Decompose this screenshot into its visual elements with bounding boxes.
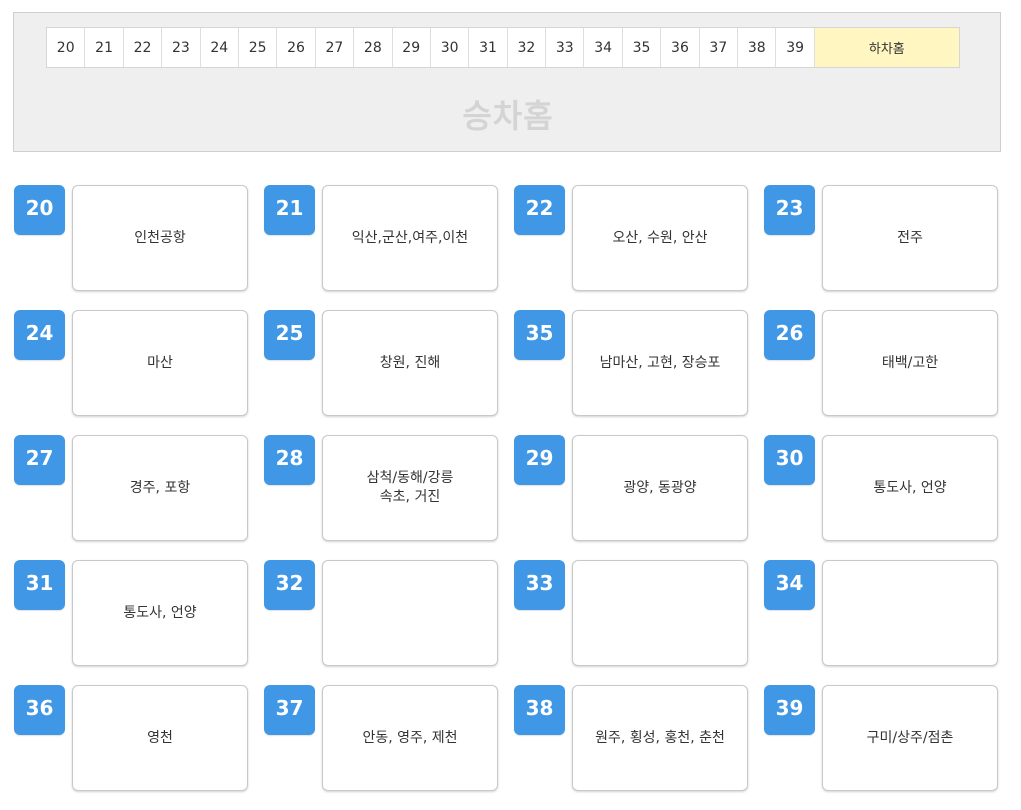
- gate-slot-33: 33: [513, 560, 763, 685]
- platform-number-36: 36: [661, 28, 700, 67]
- gate-slot-26: 26 태백/고한: [763, 310, 1013, 435]
- gate-number-badge: 31: [14, 560, 65, 610]
- gate-destination-card: 영천: [72, 685, 248, 791]
- gate-slot-34: 34: [763, 560, 1013, 685]
- gate-number-badge: 37: [264, 685, 315, 735]
- gate-slot-30: 30 통도사, 언양: [763, 435, 1013, 560]
- platform-number-32: 32: [507, 28, 547, 67]
- platform-number-20: 20: [47, 28, 86, 67]
- gate-destination-card: [822, 560, 998, 666]
- gate-slot-38: 38 원주, 횡성, 홍천, 춘천: [513, 685, 763, 810]
- gate-number-badge: 35: [514, 310, 565, 360]
- gate-destination-card: 태백/고한: [822, 310, 998, 416]
- platform-number-22: 22: [123, 28, 163, 67]
- gate-number-badge: 39: [764, 685, 815, 735]
- gate-number-badge: 38: [514, 685, 565, 735]
- gate-slot-32: 32: [263, 560, 513, 685]
- gate-number-badge: 25: [264, 310, 315, 360]
- gate-destination-card: 전주: [822, 185, 998, 291]
- platform-number-37: 37: [699, 28, 739, 67]
- platform-number-29: 29: [392, 28, 431, 67]
- gate-destination-card: 인천공항: [72, 185, 248, 291]
- gate-slot-21: 21 익산,군산,여주,이천: [263, 185, 513, 310]
- platform-number-25: 25: [238, 28, 278, 67]
- platform-number-30: 30: [430, 28, 470, 67]
- gate-destination-card: 마산: [72, 310, 248, 416]
- gate-destination-card: 경주, 포항: [72, 435, 248, 541]
- platform-number-38: 38: [738, 28, 777, 67]
- gate-destination-card: 통도사, 언양: [72, 560, 248, 666]
- gate-number-badge: 26: [764, 310, 815, 360]
- gate-slot-31: 31 통도사, 언양: [13, 560, 263, 685]
- gate-slot-35: 35 남마산, 고현, 장승포: [513, 310, 763, 435]
- platform-number-33: 33: [546, 28, 585, 67]
- platform-number-24: 24: [200, 28, 239, 67]
- platform-number-26: 26: [277, 28, 316, 67]
- gate-number-badge: 23: [764, 185, 815, 235]
- gate-number-badge: 30: [764, 435, 815, 485]
- gate-number-badge: 32: [264, 560, 315, 610]
- gate-destination-card: 원주, 횡성, 홍천, 춘천: [572, 685, 748, 791]
- gate-destination-card: 익산,군산,여주,이천: [322, 185, 498, 291]
- gate-slot-29: 29 광양, 동광양: [513, 435, 763, 560]
- drop-off-platform-label: 하차홈: [814, 28, 959, 67]
- gate-number-badge: 27: [14, 435, 65, 485]
- platform-number-31: 31: [469, 28, 508, 67]
- gate-slot-27: 27 경주, 포항: [13, 435, 263, 560]
- platform-number-39: 39: [776, 28, 815, 67]
- gate-destination-card: [572, 560, 748, 666]
- gate-slot-39: 39 구미/상주/점촌: [763, 685, 1013, 810]
- gate-slot-24: 24 마산: [13, 310, 263, 435]
- gate-destination-card: 안동, 영주, 제천: [322, 685, 498, 791]
- gate-number-badge: 21: [264, 185, 315, 235]
- gate-slot-22: 22 오산, 수원, 안산: [513, 185, 763, 310]
- gate-slot-28: 28 삼척/동해/강릉 속초, 거진: [263, 435, 513, 560]
- gate-destination-card: 통도사, 언양: [822, 435, 998, 541]
- gate-destination-card: 삼척/동해/강릉 속초, 거진: [322, 435, 498, 541]
- platform-number-34: 34: [584, 28, 623, 67]
- gate-destination-card: 광양, 동광양: [572, 435, 748, 541]
- gate-number-badge: 33: [514, 560, 565, 610]
- gate-number-badge: 22: [514, 185, 565, 235]
- platform-strip: 20 21 22 23 24 25 26 27 28 29 30 31 32 33 34 35 36 37 38 39…: [46, 27, 960, 68]
- terminal-platform-map: 20 21 22 23 24 25 26 27 28 29 30 31 32 33 34 35 36 37 38 39…: [13, 12, 1001, 152]
- platform-number-21: 21: [85, 28, 124, 67]
- platform-number-23: 23: [162, 28, 201, 67]
- platform-number-27: 27: [315, 28, 355, 67]
- boarding-platform-label: 승차홈: [462, 97, 554, 135]
- gate-number-badge: 24: [14, 310, 65, 360]
- gate-number-badge: 29: [514, 435, 565, 485]
- gate-destination-card: [322, 560, 498, 666]
- gate-slot-37: 37 안동, 영주, 제천: [263, 685, 513, 810]
- gate-slot-23: 23 전주: [763, 185, 1013, 310]
- platform-number-28: 28: [354, 28, 393, 67]
- gate-number-badge: 28: [264, 435, 315, 485]
- gate-destination-card: 창원, 진해: [322, 310, 498, 416]
- platform-number-35: 35: [622, 28, 662, 67]
- gate-slot-25: 25 창원, 진해: [263, 310, 513, 435]
- gate-destination-card: 구미/상주/점촌: [822, 685, 998, 791]
- gate-number-badge: 34: [764, 560, 815, 610]
- gate-slot-36: 36 영천: [13, 685, 263, 810]
- gate-number-badge: 36: [14, 685, 65, 735]
- gate-number-badge: 20: [14, 185, 65, 235]
- gate-destination-card: 남마산, 고현, 장승포: [572, 310, 748, 416]
- gate-destination-card: 오산, 수원, 안산: [572, 185, 748, 291]
- gate-slot-20: 20 인천공항: [13, 185, 263, 310]
